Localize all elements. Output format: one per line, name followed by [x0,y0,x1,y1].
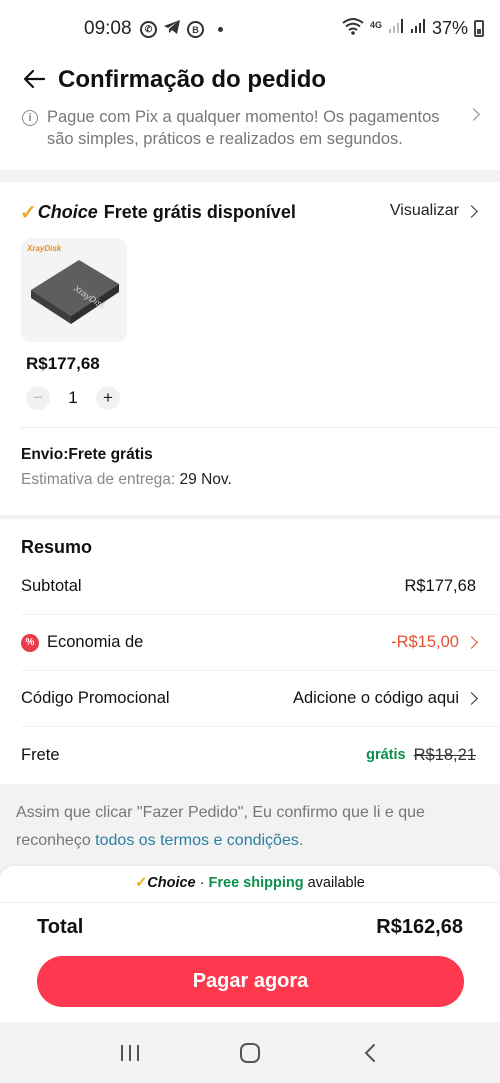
recent-apps-icon[interactable] [110,1033,150,1073]
product-card: ✓ Choice Frete grátis disponível Visuali… [0,182,500,515]
banner-dot: · [195,875,209,891]
telegram-icon [163,19,181,40]
back-nav-icon[interactable] [350,1033,390,1073]
promo-value-group: Adicione o código aqui [292,689,478,708]
choice-check-icon: ✓ [20,202,37,224]
view-label: Visualizar [389,202,459,219]
back-arrow-icon[interactable] [20,64,50,94]
network-type-label: 4G [369,19,382,30]
pix-notice-text: Pague com Pix a qualquer momento! Os pag… [47,108,440,148]
terms-end: . [298,832,304,849]
b-icon: B [187,21,204,38]
whatsapp-icon: ✆ [140,21,157,38]
quantity-value: 1 [68,388,78,407]
divider [0,902,500,903]
info-icon: i [22,110,38,126]
chevron-right-icon [467,106,480,124]
delivery-date: 29 Nov. [179,471,232,488]
page-header: Confirmação do pedido [0,56,500,106]
savings-label: Economia de [47,633,144,651]
system-nav-bar [0,1022,500,1083]
promo-value: Adicione o código aqui [292,689,459,707]
chevron-right-icon [465,636,478,649]
total-label: Total [37,916,84,938]
shipping-value-group: grátis R$18,21 [366,746,476,765]
shipping-method: Envio:Frete grátis [21,446,153,463]
page-title: Confirmação do pedido [58,66,327,93]
shipping-old-price: R$18,21 [413,745,476,764]
banner-available: available [303,875,365,891]
status-bar: 09:08 ✆ B 4G 37% [0,0,500,56]
product-image[interactable]: XrayDisk XrayDisk [21,238,127,342]
banner-free-shipping: Free shipping [208,875,304,891]
ssd-drive-icon: XrayDisk [31,260,119,324]
status-system-icons: 4G 37% [342,17,484,40]
checkout-panel: ✓Choice · Free shipping available Total … [0,866,500,1022]
order-summary: Resumo Subtotal R$177,68 % Economia de -… [0,519,500,784]
chevron-right-icon [465,204,478,218]
choice-check-icon: ✓ [135,875,148,891]
pix-notice[interactable]: i Pague com Pix a qualquer momento! Os p… [0,106,500,170]
delivery-label: Estimativa de entrega: [21,471,176,488]
chevron-right-icon [465,692,478,705]
more-notifications-icon [218,27,223,32]
terms-link[interactable]: todos os termos e condições [95,832,299,849]
increase-button[interactable]: + [96,386,120,410]
subtotal-label: Subtotal [21,577,82,595]
divider [20,427,500,428]
terms-notice: Assim que clicar "Fazer Pedido", Eu conf… [16,799,486,855]
savings-row[interactable]: % Economia de -R$15,00 [21,615,500,671]
promo-label: Código Promocional [21,689,170,707]
discount-icon: % [21,633,39,652]
shipping-row: Frete grátis R$18,21 [21,727,500,783]
choice-label: Choice [37,202,98,222]
shipping-free: grátis [366,747,406,763]
choice-row: ✓ Choice Frete grátis disponível [20,200,296,225]
decrease-button[interactable]: − [26,386,50,410]
summary-title: Resumo [21,537,93,557]
quantity-stepper: − 1 + [26,386,120,410]
promo-code-row[interactable]: Código Promocional Adicione o código aqu… [21,671,500,727]
product-price: R$177,68 [26,354,100,373]
subtotal-row: Subtotal R$177,68 [21,559,500,615]
total-value: R$162,68 [376,916,463,938]
home-icon[interactable] [230,1033,270,1073]
banner-choice: Choice [147,875,196,891]
pay-now-button[interactable]: Pagar agora [37,956,464,1007]
savings-value: -R$15,00 [391,633,459,651]
free-shipping-banner: ✓Choice · Free shipping available [0,875,500,891]
savings-value-group: -R$15,00 [391,633,478,652]
wifi-icon [342,17,364,40]
signal-icon [388,18,404,39]
status-app-icons: ✆ B [140,19,223,40]
savings-label-group: % Economia de [21,633,143,652]
free-shipping-available: Frete grátis disponível [103,202,296,222]
battery-percent: 37% [431,18,468,38]
signal-icon-2 [410,18,426,39]
shipping-label: Frete [21,745,60,764]
subtotal-value: R$177,68 [404,577,476,595]
status-time: 09:08 [84,18,132,39]
view-button[interactable]: Visualizar [389,202,478,220]
delivery-estimate: Estimativa de entrega: 29 Nov. [21,471,232,489]
battery-icon [474,20,484,37]
